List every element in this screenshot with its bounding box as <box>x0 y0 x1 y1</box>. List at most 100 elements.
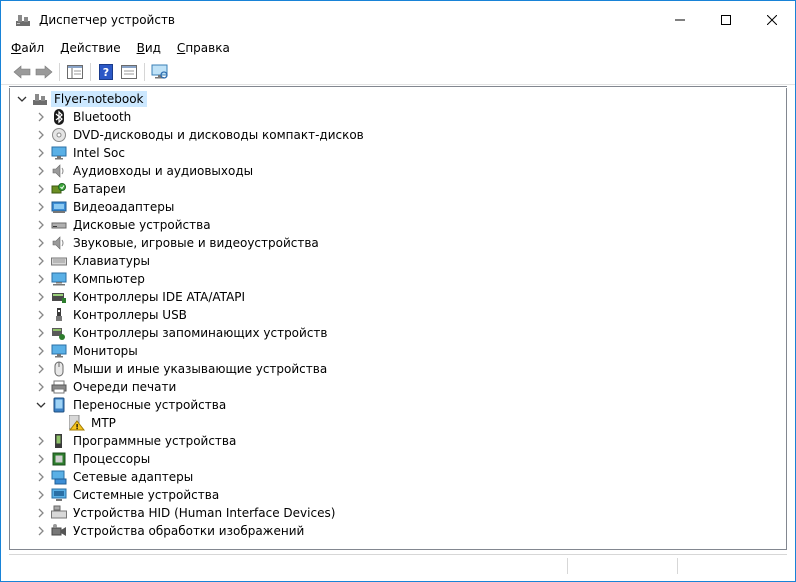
toolbar-separator <box>90 63 91 81</box>
chevron-right-icon[interactable] <box>36 112 46 122</box>
back-button[interactable] <box>13 63 31 81</box>
properties-icon <box>121 65 137 79</box>
tree-category-item[interactable]: Системные устройства <box>10 486 786 504</box>
tree-root[interactable]: Flyer-notebook <box>10 90 786 108</box>
menu-action-label: ействие <box>69 41 121 55</box>
chevron-right-icon[interactable] <box>36 472 46 482</box>
status-bar <box>9 554 787 576</box>
close-button[interactable] <box>749 1 795 38</box>
tree-category-item[interactable]: Аудиовходы и аудиовыходы <box>10 162 786 180</box>
tree-category-item[interactable]: Клавиатуры <box>10 252 786 270</box>
chevron-right-icon[interactable] <box>36 526 46 536</box>
tree-item-label: Системные устройства <box>73 488 220 502</box>
chevron-right-icon[interactable] <box>36 382 46 392</box>
chevron-right-icon[interactable] <box>36 256 46 266</box>
hid-icon <box>51 505 67 519</box>
device-manager-window: Диспетчер устройств Файл Действие Вид Сп… <box>0 0 796 582</box>
chevron-right-icon[interactable] <box>36 490 46 500</box>
menu-file-label: айл <box>21 41 45 55</box>
computer-root-icon <box>33 94 47 105</box>
menu-bar: Файл Действие Вид Справка <box>1 38 795 58</box>
tree-category-item[interactable]: Звуковые, игровые и видеоустройства <box>10 234 786 252</box>
tree-item-label: Программные устройства <box>73 434 237 448</box>
tree-category-item[interactable]: Дисковые устройства <box>10 216 786 234</box>
tree-category-item[interactable]: Устройства HID (Human Interface Devices) <box>10 504 786 522</box>
maximize-button[interactable] <box>703 1 749 38</box>
tree-item-label: Мониторы <box>73 344 138 358</box>
tree-category-item[interactable]: Intel Soc <box>10 144 786 162</box>
chevron-right-icon[interactable] <box>36 238 46 248</box>
tree-item-label: Bluetooth <box>73 110 132 124</box>
properties-button[interactable] <box>120 63 138 81</box>
tree-item-label: Сетевые адаптеры <box>73 470 194 484</box>
scan-hardware-icon <box>151 64 168 79</box>
tree-root-label: Flyer-notebook <box>51 91 147 107</box>
tree-item-label: Устройства обработки изображений <box>73 524 305 538</box>
chevron-down-icon[interactable] <box>17 94 27 104</box>
chevron-right-icon[interactable] <box>36 148 46 158</box>
tree-item-label: Дисковые устройства <box>73 218 211 232</box>
chevron-right-icon[interactable] <box>36 202 46 212</box>
usb-icon <box>56 308 62 321</box>
chevron-right-icon[interactable] <box>36 184 46 194</box>
chevron-down-icon[interactable] <box>36 400 46 410</box>
chevron-right-icon[interactable] <box>36 346 46 356</box>
tree-category-item[interactable]: Процессоры <box>10 450 786 468</box>
forward-button[interactable] <box>35 63 53 81</box>
chevron-right-icon[interactable] <box>36 328 46 338</box>
tree-item-label: Видеоадаптеры <box>73 200 175 214</box>
chevron-right-icon[interactable] <box>36 130 46 140</box>
tree-category-item[interactable]: Батареи <box>10 180 786 198</box>
tree-category-item[interactable]: Контроллеры запоминающих устройств <box>10 324 786 342</box>
tree-category-item[interactable]: Компьютер <box>10 270 786 288</box>
chevron-right-icon[interactable] <box>36 436 46 446</box>
tree-category-item[interactable]: Устройства обработки изображений <box>10 522 786 540</box>
tree-category-item[interactable]: Bluetooth <box>10 108 786 126</box>
chevron-right-icon[interactable] <box>36 292 46 302</box>
chevron-right-icon[interactable] <box>36 364 46 374</box>
chevron-right-icon[interactable] <box>36 166 46 176</box>
tree-category-item[interactable]: DVD-дисководы и дисководы компакт-дисков <box>10 126 786 144</box>
window-title: Диспетчер устройств <box>39 13 176 27</box>
tree-category-item[interactable]: Очереди печати <box>10 378 786 396</box>
tree-category-item[interactable]: Сетевые адаптеры <box>10 468 786 486</box>
minimize-button[interactable] <box>657 1 703 38</box>
tree-category-item[interactable]: Программные устройства <box>10 432 786 450</box>
tree-item-label: Очереди печати <box>73 380 177 394</box>
title-bar[interactable]: Диспетчер устройств <box>1 1 795 38</box>
show-hide-console-tree-button[interactable] <box>66 63 84 81</box>
tree-child-item[interactable]: MTP <box>10 414 786 432</box>
tree-item-label: Компьютер <box>73 272 145 286</box>
chevron-right-icon[interactable] <box>36 454 46 464</box>
tree-category-item[interactable]: Контроллеры USB <box>10 306 786 324</box>
device-tree[interactable]: Flyer-notebook Bluetooth DVD-дисководы и … <box>9 88 787 550</box>
tree-item-label: Мыши и иные указывающие устройства <box>73 362 328 376</box>
menu-file[interactable]: Файл <box>5 39 50 57</box>
tree-item-label: MTP <box>91 416 116 430</box>
tree-item-label: Клавиатуры <box>73 254 150 268</box>
console-tree-icon <box>67 65 83 79</box>
tree-top-border <box>9 86 787 87</box>
tree-category-item[interactable]: Видеоадаптеры <box>10 198 786 216</box>
toolbar: ? <box>1 59 795 85</box>
menu-view[interactable]: Вид <box>131 39 167 57</box>
tree-category-item[interactable]: Мониторы <box>10 342 786 360</box>
speaker-icon <box>52 236 64 250</box>
chevron-right-icon[interactable] <box>36 220 46 230</box>
tree-category-item[interactable]: Мыши и иные указывающие устройства <box>10 360 786 378</box>
disk-icon <box>51 222 67 229</box>
system-device-icon <box>51 488 67 501</box>
scan-hardware-button[interactable] <box>151 63 169 81</box>
help-button[interactable]: ? <box>97 63 115 81</box>
menu-help[interactable]: Справка <box>171 39 236 57</box>
tree-category-item[interactable]: Переносные устройства <box>10 396 786 414</box>
tree-category-item[interactable]: Контроллеры IDE ATA/ATAPI <box>10 288 786 306</box>
chevron-right-icon[interactable] <box>36 508 46 518</box>
chevron-right-icon[interactable] <box>36 274 46 284</box>
tree-item-label: DVD-дисководы и дисководы компакт-дисков <box>73 128 364 142</box>
software-device-icon <box>55 434 62 448</box>
chevron-right-icon[interactable] <box>36 310 46 320</box>
keyboard-icon <box>51 257 67 266</box>
menu-action[interactable]: Действие <box>54 39 126 57</box>
close-icon <box>767 14 777 25</box>
